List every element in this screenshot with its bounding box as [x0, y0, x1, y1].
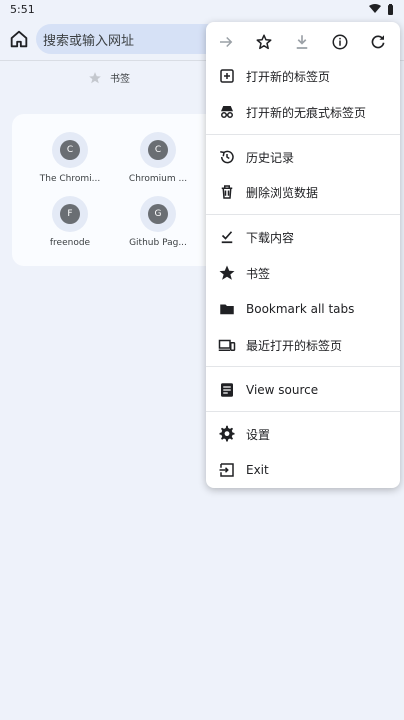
- menu-separator: [206, 366, 400, 367]
- forward-button[interactable]: [214, 30, 238, 54]
- menu-icon-row: [206, 22, 400, 60]
- info-icon: [332, 34, 348, 50]
- star-outline-icon: [256, 34, 272, 50]
- tile-icon-ring: C: [52, 132, 88, 168]
- wifi-icon: [369, 4, 381, 13]
- status-time: 5:51: [10, 2, 35, 16]
- tile-letter-icon: C: [148, 140, 168, 160]
- menu-item-history[interactable]: 历史记录: [206, 139, 400, 175]
- most-visited-card: C The Chromi... C Chromium ... F freenod…: [12, 114, 232, 266]
- home-button[interactable]: [8, 28, 30, 50]
- menu-item-clear-browsing-data[interactable]: 删除浏览数据: [206, 174, 400, 210]
- reload-button[interactable]: [366, 30, 390, 54]
- tile-icon-ring: G: [140, 196, 176, 232]
- incognito-icon: [218, 103, 236, 121]
- menu-item-label: Exit: [246, 463, 269, 477]
- star-icon: [89, 71, 101, 83]
- menu-item-label: View source: [246, 383, 319, 397]
- menu-item-downloads[interactable]: 下载内容: [206, 219, 400, 255]
- tile-label: Chromium ...: [128, 174, 188, 184]
- menu-item-recent-tabs[interactable]: 最近打开的标签页: [206, 327, 400, 363]
- tile[interactable]: C The Chromi...: [30, 132, 110, 184]
- star-icon: [218, 264, 236, 282]
- menu-item-exit[interactable]: Exit: [206, 452, 400, 488]
- menu-separator: [206, 214, 400, 215]
- menu-item-label: 历史记录: [246, 150, 295, 165]
- trash-icon: [218, 183, 236, 201]
- menu-item-label: 下载内容: [246, 230, 295, 245]
- tile[interactable]: C Chromium ...: [118, 132, 198, 184]
- tile[interactable]: F freenode: [30, 196, 110, 248]
- menu-item-bookmark-all-tabs[interactable]: Bookmark all tabs: [206, 291, 400, 327]
- folder-icon: [218, 300, 236, 318]
- status-bar: 5:51: [0, 0, 404, 18]
- status-icons: [369, 3, 394, 15]
- menu-separator: [206, 134, 400, 135]
- tile-letter-icon: G: [148, 204, 168, 224]
- tile-label: freenode: [49, 238, 91, 248]
- source-icon: [218, 381, 236, 399]
- exit-icon: [218, 461, 236, 479]
- bookmarks-shortcut[interactable]: 书签: [88, 70, 130, 85]
- tile-label: Github Pag...: [129, 238, 187, 248]
- new-tab-icon: [218, 67, 236, 85]
- menu-item-label: 删除浏览数据: [246, 185, 319, 200]
- history-icon: [218, 148, 236, 166]
- downloads-icon: [218, 228, 236, 246]
- tile-letter-icon: F: [60, 204, 80, 224]
- menu-item-settings[interactable]: 设置: [206, 416, 400, 452]
- tile[interactable]: G Github Pag...: [118, 196, 198, 248]
- forward-arrow-icon: [220, 36, 233, 48]
- omnibox-placeholder: 搜索或输入网址: [43, 33, 135, 49]
- reload-icon: [371, 35, 385, 49]
- bookmarks-label: 书签: [110, 74, 130, 85]
- menu-item-label: 打开新的标签页: [246, 69, 331, 84]
- menu-item-label: 打开新的无痕式标签页: [246, 105, 367, 120]
- home-icon: [10, 30, 28, 48]
- tile-icon-ring: C: [140, 132, 176, 168]
- menu-item-incognito-tab[interactable]: 打开新的无痕式标签页: [206, 94, 400, 130]
- tile-label: The Chromi...: [39, 174, 101, 184]
- tile-letter-icon: C: [60, 140, 80, 160]
- download-icon: [296, 35, 308, 49]
- menu-item-label: Bookmark all tabs: [246, 302, 355, 316]
- menu-item-label: 书签: [246, 266, 271, 281]
- page-info-button[interactable]: [328, 30, 352, 54]
- menu-separator: [206, 411, 400, 412]
- menu-item-new-tab[interactable]: 打开新的标签页: [206, 58, 400, 94]
- devices-icon: [218, 336, 236, 354]
- menu-item-bookmarks[interactable]: 书签: [206, 255, 400, 291]
- overflow-menu: 打开新的标签页 打开新的无痕式标签页 历史记录 删除浏览数据 下载内容 书签 B…: [206, 22, 400, 488]
- menu-item-label: 最近打开的标签页: [246, 338, 343, 353]
- tile-icon-ring: F: [52, 196, 88, 232]
- menu-item-label: 设置: [246, 427, 271, 442]
- bookmark-page-button[interactable]: [252, 30, 276, 54]
- battery-icon: [388, 3, 393, 15]
- download-page-button[interactable]: [290, 30, 314, 54]
- menu-item-view-source[interactable]: View source: [206, 372, 400, 408]
- settings-icon: [218, 425, 236, 443]
